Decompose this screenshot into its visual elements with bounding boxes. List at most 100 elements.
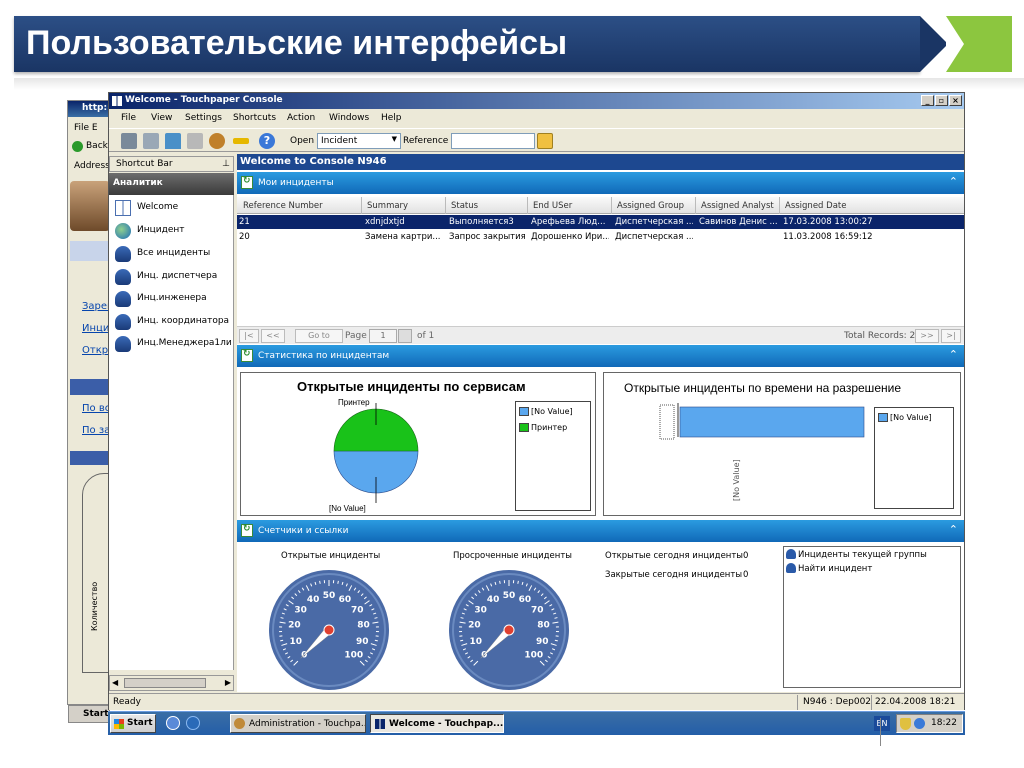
- open-select[interactable]: Incident ▼: [317, 133, 401, 149]
- window-titlebar[interactable]: Welcome - Touchpaper Console: [109, 93, 964, 109]
- sidebar-item-coordinator[interactable]: Инц. координатора: [111, 311, 233, 333]
- pager-next-button[interactable]: >>: [915, 329, 939, 343]
- task-administration[interactable]: Administration - Touchpa...: [230, 714, 366, 733]
- bar-chart: [659, 403, 865, 440]
- section-counters[interactable]: Счетчики и ссылки ⌃: [237, 520, 964, 542]
- background-link-4[interactable]: По вс: [68, 403, 112, 414]
- total-records: Total Records: 2: [844, 331, 916, 341]
- start-button[interactable]: Start: [110, 714, 156, 733]
- key-icon[interactable]: [233, 138, 249, 144]
- today-closed-value: 0: [743, 570, 749, 580]
- column-assigned-analyst[interactable]: Assigned Analyst: [701, 201, 774, 211]
- users-icon[interactable]: [209, 133, 225, 149]
- pager-goto-button[interactable]: Go to: [295, 329, 343, 343]
- clock: 18:22: [931, 718, 957, 728]
- menu-shortcuts[interactable]: Shortcuts: [233, 113, 276, 123]
- section-statistics[interactable]: Статистика по инцидентам ⌃: [237, 345, 964, 367]
- gauge-overdue-incidents: 010203040 50 60708090100: [449, 570, 569, 690]
- scroll-left-icon[interactable]: ◀: [112, 678, 118, 687]
- menu-windows[interactable]: Windows: [329, 113, 369, 123]
- shield-icon[interactable]: [900, 718, 911, 730]
- minimize-button[interactable]: _: [921, 95, 934, 106]
- menu-settings[interactable]: Settings: [185, 113, 222, 123]
- gauge-tick-label: 20: [288, 621, 301, 631]
- sidebar-item-all-incidents[interactable]: Все инциденты: [111, 243, 233, 265]
- console-content: Welcome to Console N946 Мои инциденты ⌃ …: [237, 154, 964, 692]
- column-summary[interactable]: Summary: [367, 201, 408, 211]
- collapse-icon[interactable]: ⌃: [949, 175, 958, 188]
- background-link-5[interactable]: По за: [68, 425, 112, 436]
- menu-view[interactable]: View: [151, 113, 172, 123]
- link-current-group-incidents[interactable]: Инциденты текущей группы: [798, 550, 927, 560]
- help-icon[interactable]: ?: [259, 133, 275, 149]
- collapse-icon[interactable]: ⌃: [949, 523, 958, 536]
- pager-last-button[interactable]: >|: [941, 329, 961, 343]
- pager-page-input[interactable]: 1: [369, 329, 397, 343]
- task-welcome-console[interactable]: Welcome - Touchpap...: [370, 714, 504, 733]
- cell-assigned-group: Диспетчерская ...: [615, 232, 693, 242]
- sidebar-item-label: Welcome: [137, 202, 179, 212]
- desktop-icon[interactable]: [166, 716, 180, 730]
- search-folder-icon[interactable]: [537, 133, 553, 149]
- background-link-1[interactable]: Зарег: [68, 301, 112, 312]
- menu-file[interactable]: File: [121, 113, 136, 123]
- section-my-incidents[interactable]: Мои инциденты ⌃: [237, 172, 964, 194]
- cell-reference: 21: [239, 217, 250, 227]
- gauge-tick-label: 80: [537, 621, 550, 631]
- background-menu[interactable]: File E: [68, 123, 112, 133]
- maximize-button[interactable]: ▫: [935, 95, 948, 106]
- sidebar-item-engineer[interactable]: Инц.инженера: [111, 288, 233, 310]
- home-icon[interactable]: [165, 133, 181, 149]
- pie-chart-panel: Открытые инциденты по сервисам Принтер […: [240, 372, 596, 516]
- background-start-button[interactable]: Start: [68, 705, 110, 723]
- save-icon[interactable]: [121, 133, 137, 149]
- table-row[interactable]: 20 Замена картри... Запрос закрытия Доро…: [237, 230, 964, 244]
- scroll-right-icon[interactable]: ▶: [225, 678, 231, 687]
- background-link-3[interactable]: Откр: [68, 345, 112, 356]
- pager-first-button[interactable]: |<: [239, 329, 259, 343]
- user-search-icon: [115, 314, 131, 330]
- refresh-icon[interactable]: [241, 349, 253, 362]
- sidebar-horizontal-scrollbar[interactable]: ◀ ▶: [109, 675, 234, 691]
- cell-status: Выполняется3: [449, 217, 514, 227]
- refresh-icon[interactable]: [241, 524, 253, 537]
- column-status[interactable]: Status: [451, 201, 478, 211]
- sidebar-item-incident[interactable]: Инцидент: [111, 220, 233, 242]
- today-closed-label: Закрытые сегодня инциденты: [605, 570, 743, 580]
- sidebar-item-manager[interactable]: Инц.Менеджера1ли: [111, 333, 233, 355]
- network-icon[interactable]: [914, 718, 925, 729]
- print-icon[interactable]: [187, 133, 203, 149]
- language-indicator[interactable]: EN: [874, 716, 890, 731]
- pager-spinner[interactable]: [398, 329, 412, 343]
- refresh-icon[interactable]: [241, 176, 253, 189]
- sidebar: Welcome Инцидент Все инциденты Инц. дисп…: [109, 195, 234, 670]
- column-assigned-group[interactable]: Assigned Group: [617, 201, 684, 211]
- user-search-icon: [115, 246, 131, 262]
- collapse-icon[interactable]: ⌃: [949, 348, 958, 361]
- pager-prev-button[interactable]: <<: [261, 329, 285, 343]
- sidebar-item-dispatcher[interactable]: Инц. диспетчера: [111, 266, 233, 288]
- cell-summary: xdnjdxtjd: [365, 217, 405, 227]
- background-link-2[interactable]: Инци: [68, 323, 112, 334]
- save-all-icon[interactable]: [143, 133, 159, 149]
- column-reference-number[interactable]: Reference Number: [243, 201, 323, 211]
- link-find-incident[interactable]: Найти инцидент: [798, 564, 872, 574]
- sidebar-group-header[interactable]: Аналитик: [109, 173, 234, 195]
- sidebar-item-label: Все инциденты: [137, 248, 211, 258]
- column-assigned-date[interactable]: Assigned Date: [785, 201, 846, 211]
- sidebar-item-welcome[interactable]: Welcome: [111, 197, 233, 219]
- background-band: [70, 241, 110, 261]
- menu-help[interactable]: Help: [381, 113, 402, 123]
- scroll-thumb[interactable]: [124, 678, 206, 688]
- table-row-selected[interactable]: 21 xdnjdxtjd Выполняется3 Арефьева Люд..…: [237, 215, 964, 229]
- column-end-user[interactable]: End USer: [533, 201, 572, 211]
- reference-input[interactable]: [451, 133, 535, 149]
- gauge-tick-mark: [554, 639, 558, 642]
- menu-action[interactable]: Action: [287, 113, 315, 123]
- background-address-label: Address: [74, 161, 110, 171]
- close-button[interactable]: ×: [949, 95, 962, 106]
- background-browser-window[interactable]: http: File E Back Address Зарег Инци Отк…: [67, 100, 113, 705]
- browser-icon[interactable]: [186, 716, 200, 730]
- pin-icon[interactable]: ⊥: [222, 159, 230, 169]
- cell-assigned-analyst: Савинов Денис ...: [699, 217, 777, 227]
